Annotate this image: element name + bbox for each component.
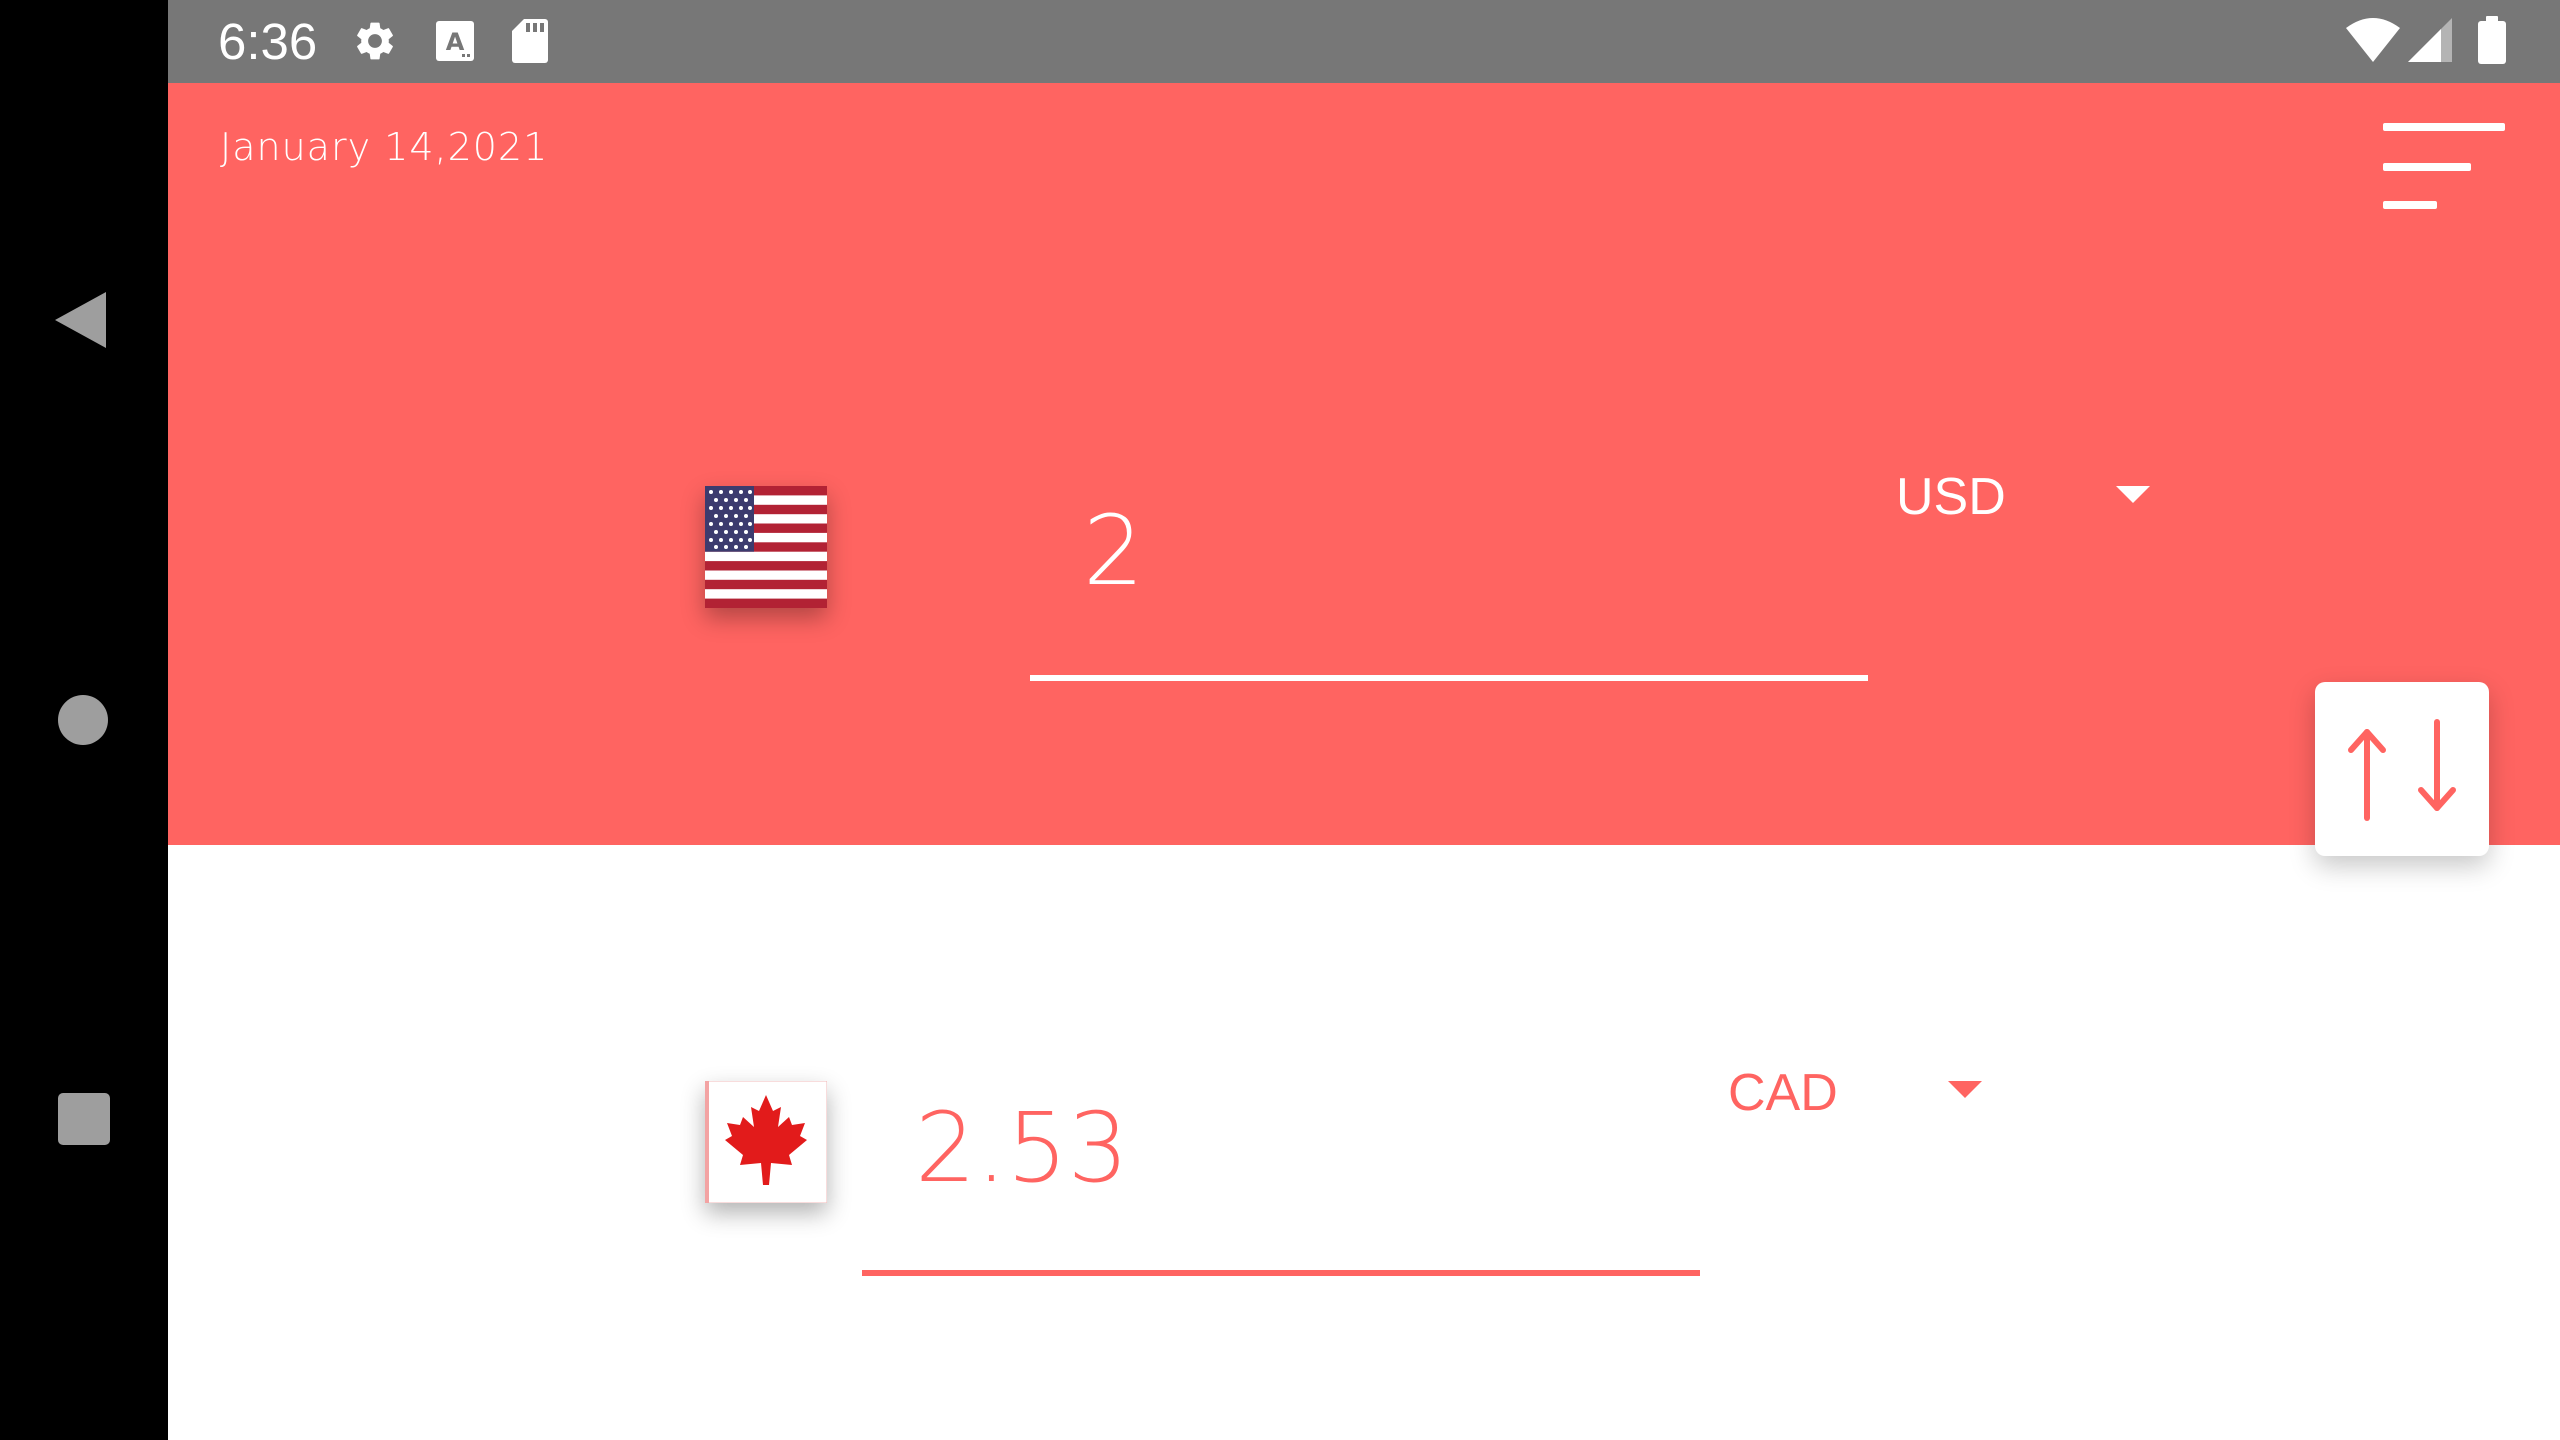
navigation-bar xyxy=(0,0,168,1440)
home-icon[interactable] xyxy=(58,695,108,745)
from-amount-underline xyxy=(1030,675,1868,681)
from-amount-input[interactable]: 2 xyxy=(1083,496,1144,606)
battery-icon xyxy=(2478,16,2506,64)
status-time: 6:36 xyxy=(218,13,318,70)
back-icon[interactable] xyxy=(55,292,106,348)
canada-flag-icon xyxy=(705,1081,827,1203)
chevron-down-icon[interactable] xyxy=(2116,486,2150,503)
sd-card-icon xyxy=(512,19,548,63)
status-bar: 6:36 A xyxy=(168,0,2560,83)
cell-signal-icon xyxy=(2408,18,2452,62)
recents-icon[interactable] xyxy=(58,1093,110,1145)
from-currency-section: January 14,2021 2 USD xyxy=(168,83,2560,845)
from-currency-dropdown[interactable]: USD xyxy=(1896,467,2006,527)
to-amount-underline xyxy=(862,1270,1700,1276)
date-label: January 14,2021 xyxy=(220,125,549,169)
us-flag-icon xyxy=(705,486,827,608)
to-currency-dropdown[interactable]: CAD xyxy=(1728,1063,1838,1123)
swap-arrows-icon xyxy=(2348,719,2456,821)
text-a-icon: A xyxy=(436,21,474,61)
settings-gear-icon xyxy=(357,22,393,60)
menu-icon[interactable] xyxy=(2383,123,2513,213)
svg-text:A: A xyxy=(446,28,465,56)
to-amount-output[interactable]: 2.53 xyxy=(915,1093,1129,1203)
chevron-down-icon[interactable] xyxy=(1948,1081,1982,1098)
wifi-icon xyxy=(2346,18,2400,62)
swap-currencies-button[interactable] xyxy=(2315,682,2489,856)
